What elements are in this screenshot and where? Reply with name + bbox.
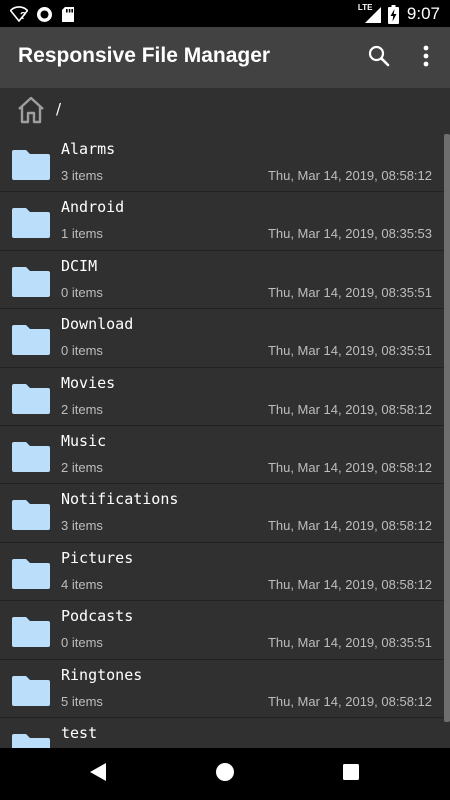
modified-date: Thu, Mar 14, 2019, 08:35:51 bbox=[267, 284, 432, 300]
item-count: 3 items bbox=[61, 518, 103, 534]
status-left-icons: ? bbox=[10, 4, 75, 24]
home-icon bbox=[16, 96, 46, 128]
list-item[interactable]: Podcasts 0 items Thu, Mar 14, 2019, 08:3… bbox=[0, 601, 450, 660]
item-count: 0 items bbox=[61, 635, 103, 651]
modified-date: Thu, Mar 14, 2019, 08:58:12 bbox=[267, 459, 432, 475]
list-scrollbar[interactable] bbox=[444, 134, 450, 722]
home-circle-icon bbox=[215, 762, 235, 787]
list-item[interactable]: Alarms 3 items Thu, Mar 14, 2019, 08:58:… bbox=[0, 134, 450, 193]
list-item[interactable]: Movies 2 items Thu, Mar 14, 2019, 08:58:… bbox=[0, 368, 450, 426]
app-title: Responsive File Manager bbox=[18, 44, 271, 67]
folder-icon bbox=[11, 323, 51, 356]
home-button[interactable] bbox=[16, 96, 48, 126]
file-name: DCIM bbox=[61, 256, 98, 275]
folder-icon bbox=[11, 382, 51, 414]
modified-date: Thu, Mar 14, 2019, 08:58:12 bbox=[267, 576, 432, 592]
folder-icon bbox=[11, 440, 51, 472]
file-name: Podcasts bbox=[61, 607, 134, 626]
recents-square-icon bbox=[342, 763, 360, 786]
nav-back-button[interactable] bbox=[84, 760, 112, 788]
more-vertical-icon bbox=[423, 45, 429, 72]
cell-signal-icon: LTE bbox=[358, 3, 382, 24]
status-bar: ? LTE 9:07 bbox=[0, 0, 450, 27]
file-name: Ringtones bbox=[61, 665, 143, 684]
item-count: 2 items bbox=[61, 459, 103, 475]
item-count: 4 items bbox=[61, 576, 103, 592]
folder-icon bbox=[11, 498, 51, 531]
search-button[interactable] bbox=[362, 41, 396, 75]
more-options-button[interactable] bbox=[409, 41, 443, 75]
nav-home-button[interactable] bbox=[211, 760, 239, 788]
modified-date: Thu, Mar 14, 2019, 08:58:12 bbox=[267, 401, 432, 417]
folder-icon bbox=[11, 206, 51, 239]
folder-icon bbox=[11, 615, 51, 648]
modified-date: Thu, Mar 14, 2019, 08:35:51 bbox=[267, 343, 432, 359]
folder-icon bbox=[11, 265, 51, 297]
list-item[interactable]: Music 2 items Thu, Mar 14, 2019, 08:58:1… bbox=[0, 426, 450, 485]
file-name: Movies bbox=[61, 373, 116, 392]
modified-date: Thu, Mar 14, 2019, 08:58:12 bbox=[267, 693, 432, 709]
list-item[interactable]: test bbox=[0, 718, 450, 748]
modified-date: Thu, Mar 14, 2019, 08:35:51 bbox=[267, 635, 432, 651]
status-clock: 9:07 bbox=[406, 4, 440, 23]
sd-card-icon bbox=[61, 6, 75, 23]
list-item[interactable]: DCIM 0 items Thu, Mar 14, 2019, 08:35:51 bbox=[0, 251, 450, 310]
folder-icon bbox=[11, 148, 51, 180]
modified-date: Thu, Mar 14, 2019, 08:35:53 bbox=[267, 226, 432, 242]
list-item[interactable]: Pictures 4 items Thu, Mar 14, 2019, 08:5… bbox=[0, 543, 450, 602]
modified-date: Thu, Mar 14, 2019, 08:58:12 bbox=[267, 168, 432, 183]
battery-charging-icon bbox=[387, 4, 399, 24]
list-item[interactable]: Notifications 3 items Thu, Mar 14, 2019,… bbox=[0, 484, 450, 543]
item-count: 0 items bbox=[61, 284, 103, 300]
folder-icon bbox=[11, 674, 51, 706]
list-item[interactable]: Android 1 items Thu, Mar 14, 2019, 08:35… bbox=[0, 192, 450, 251]
item-count: 5 items bbox=[61, 693, 103, 709]
folder-icon bbox=[11, 557, 51, 589]
list-item[interactable]: Ringtones 5 items Thu, Mar 14, 2019, 08:… bbox=[0, 660, 450, 718]
search-icon bbox=[368, 45, 390, 72]
item-count: 1 items bbox=[61, 226, 103, 242]
item-count: 3 items bbox=[61, 168, 103, 183]
status-right-icons: LTE 9:07 bbox=[358, 3, 440, 25]
wifi-badge: ? bbox=[20, 11, 27, 22]
breadcrumb: / bbox=[0, 88, 450, 134]
wifi-icon: ? bbox=[10, 6, 28, 22]
folder-icon bbox=[11, 732, 51, 748]
sync-circle-icon bbox=[36, 6, 53, 23]
file-name: Alarms bbox=[61, 140, 116, 158]
file-list: Alarms 3 items Thu, Mar 14, 2019, 08:58:… bbox=[0, 134, 450, 748]
file-name: Download bbox=[61, 315, 134, 334]
app-bar: Responsive File Manager bbox=[0, 27, 450, 88]
modified-date: Thu, Mar 14, 2019, 08:58:12 bbox=[267, 518, 432, 534]
back-triangle-icon bbox=[89, 762, 107, 787]
nav-recents-button[interactable] bbox=[337, 760, 365, 788]
system-nav-bar bbox=[0, 748, 450, 800]
file-name: Android bbox=[61, 198, 125, 217]
current-path[interactable]: / bbox=[56, 100, 61, 118]
file-name: Music bbox=[61, 431, 107, 450]
item-count: 2 items bbox=[61, 401, 103, 417]
file-name: Notifications bbox=[61, 490, 179, 509]
file-name: test bbox=[61, 723, 98, 742]
item-count: 0 items bbox=[61, 343, 103, 359]
file-name: Pictures bbox=[61, 548, 134, 567]
list-item[interactable]: Download 0 items Thu, Mar 14, 2019, 08:3… bbox=[0, 309, 450, 368]
